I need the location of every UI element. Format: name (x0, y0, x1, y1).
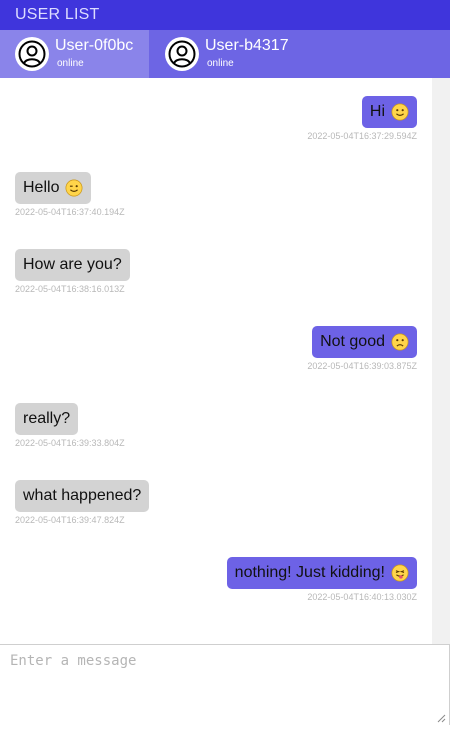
message-bubble: Hi (361, 96, 417, 128)
message-item: Hi 2022-05-04T16:37:29.594Z (307, 96, 417, 141)
message-timestamp: 2022-05-04T16:39:33.804Z (15, 438, 125, 448)
message-timestamp: 2022-05-04T16:38:16.013Z (15, 284, 125, 294)
user-list: User-0f0bc online User-b4317 online (0, 30, 450, 78)
user-name: User-0f0bc (55, 36, 134, 54)
message-timestamp: 2022-05-04T16:37:40.194Z (15, 207, 125, 217)
message-bubble: Not good (312, 326, 417, 358)
message-item: really? 2022-05-04T16:39:33.804Z (15, 403, 125, 448)
message-timestamp: 2022-05-04T16:40:13.030Z (307, 592, 417, 602)
tongue-emoji-icon (391, 564, 409, 582)
message-timestamp: 2022-05-04T16:39:47.824Z (15, 515, 125, 525)
user-name: User-b4317 (205, 36, 289, 54)
message-item: what happened? 2022-05-04T16:39:47.824Z (15, 480, 150, 525)
resize-grip-icon[interactable] (436, 713, 446, 723)
message-text: Hello (23, 179, 60, 196)
message-composer (0, 644, 450, 725)
message-bubble: Hello (15, 172, 92, 204)
user-avatar-icon (15, 37, 49, 71)
message-text: Hi (369, 103, 385, 120)
message-text: nothing! Just kidding! (234, 564, 385, 581)
message-text: How are you? (23, 256, 122, 273)
chat-scrollbar[interactable] (432, 78, 450, 644)
message-input[interactable] (0, 645, 449, 725)
wink-emoji-icon (66, 179, 83, 197)
message-bubble: really? (15, 403, 79, 435)
user-tab-b4317[interactable]: User-b4317 online (149, 30, 309, 78)
message-timestamp: 2022-05-04T16:39:03.875Z (307, 361, 417, 371)
message-item: How are you? 2022-05-04T16:38:16.013Z (15, 249, 130, 294)
message-text: what happened? (23, 487, 142, 504)
message-bubble: what happened? (15, 480, 150, 512)
smile-emoji-icon (391, 103, 409, 121)
message-item: Not good 2022-05-04T16:39:03.875Z (307, 326, 417, 371)
message-text: Not good (320, 333, 385, 350)
user-status: online (57, 57, 84, 69)
user-status: online (207, 57, 234, 69)
message-timestamp: 2022-05-04T16:37:29.594Z (307, 131, 417, 141)
message-text: really? (23, 410, 71, 427)
user-avatar-icon (165, 37, 199, 71)
page-title: USER LIST (15, 6, 100, 23)
message-item: Hello 2022-05-04T16:37:40.194Z (15, 172, 125, 217)
message-bubble: How are you? (15, 249, 130, 281)
frown-emoji-icon (391, 333, 409, 351)
user-tab-0f0bc[interactable]: User-0f0bc online (0, 30, 149, 78)
app-header: USER LIST (0, 0, 450, 30)
message-list: Hi 2022-05-04T16:37:29.594Z Hello 2022-0… (0, 78, 432, 644)
message-bubble: nothing! Just kidding! (226, 557, 417, 589)
message-item: nothing! Just kidding! 2022-05-04T16:40:… (226, 557, 417, 602)
